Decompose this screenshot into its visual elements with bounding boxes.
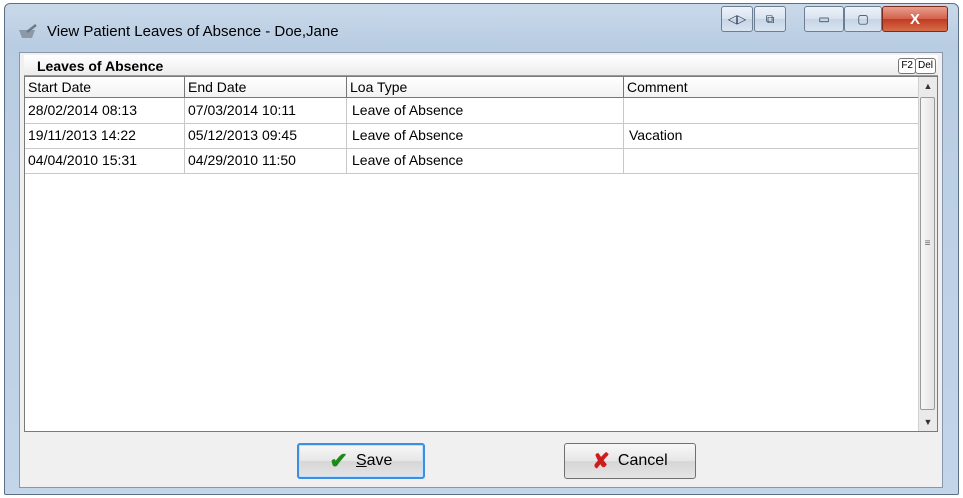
column-header-end-date[interactable]: End Date — [185, 77, 347, 97]
column-header-loa-type[interactable]: Loa Type — [347, 77, 624, 97]
table-row[interactable]: 28/02/2014 08:13 07/03/2014 10:11 Leave … — [25, 98, 920, 124]
button-bar: ✔ Save ✘ Cancel — [24, 435, 938, 485]
x-mark-icon: ✘ — [592, 449, 610, 473]
leaves-table[interactable]: Start Date End Date Loa Type Comment 28/… — [24, 76, 938, 432]
cell-end-date: 04/29/2010 11:50 — [185, 148, 347, 173]
section-header: Leaves of Absence F2 Del — [24, 55, 938, 76]
save-label: Save — [356, 452, 392, 470]
dialog-window: View Patient Leaves of Absence - Doe,Jan… — [4, 3, 959, 495]
table-row[interactable]: 19/11/2013 14:22 05/12/2013 09:45 Leave … — [25, 123, 920, 149]
table-header: Start Date End Date Loa Type Comment — [25, 77, 920, 98]
cell-start-date: 28/02/2014 08:13 — [25, 98, 185, 123]
title-bar[interactable]: View Patient Leaves of Absence - Doe,Jan… — [5, 4, 958, 52]
cell-comment: Vacation — [624, 123, 920, 148]
cell-start-date: 19/11/2013 14:22 — [25, 123, 185, 148]
f2-key-badge[interactable]: F2 — [898, 58, 916, 74]
column-header-comment[interactable]: Comment — [624, 77, 920, 97]
cancel-label: Cancel — [617, 452, 668, 469]
cell-loa-type: Leave of Absence — [347, 123, 624, 148]
cancel-button[interactable]: ✘ Cancel — [564, 443, 696, 479]
mortar-pestle-icon — [19, 24, 37, 38]
grip-icon: ≡ — [924, 238, 931, 249]
maximize-button[interactable]: ▢ — [844, 6, 882, 32]
cell-comment — [624, 148, 920, 173]
scroll-up-icon[interactable]: ▲ — [919, 77, 937, 95]
navigate-button[interactable]: ◁▷ — [721, 6, 753, 32]
close-button[interactable]: X — [882, 6, 948, 32]
save-mnemonic: S — [355, 452, 367, 469]
cell-loa-type: Leave of Absence — [347, 98, 624, 123]
checkmark-icon: ✔ — [329, 448, 348, 473]
del-key-badge[interactable]: Del — [914, 58, 936, 74]
save-label-rest: ave — [366, 452, 393, 469]
section-title: Leaves of Absence — [37, 58, 164, 74]
cell-end-date: 07/03/2014 10:11 — [185, 98, 347, 123]
detach-button[interactable]: ⧉ — [754, 6, 786, 32]
table-row[interactable]: 04/04/2010 15:31 04/29/2010 11:50 Leave … — [25, 148, 920, 174]
save-button[interactable]: ✔ Save — [297, 443, 425, 479]
window-title: View Patient Leaves of Absence - Doe,Jan… — [47, 23, 339, 40]
scrollbar-thumb[interactable]: ≡ — [920, 97, 935, 410]
scroll-down-icon[interactable]: ▼ — [919, 413, 937, 431]
vertical-scrollbar[interactable]: ▲ ≡ ▼ — [918, 77, 937, 431]
cell-end-date: 05/12/2013 09:45 — [185, 123, 347, 148]
column-header-start-date[interactable]: Start Date — [25, 77, 185, 97]
cell-comment — [624, 98, 920, 123]
dialog-content: Leaves of Absence F2 Del Start Date End … — [19, 52, 943, 488]
cell-start-date: 04/04/2010 15:31 — [25, 148, 185, 173]
cell-loa-type: Leave of Absence — [347, 148, 624, 173]
minimize-button[interactable]: ▭ — [804, 6, 844, 32]
